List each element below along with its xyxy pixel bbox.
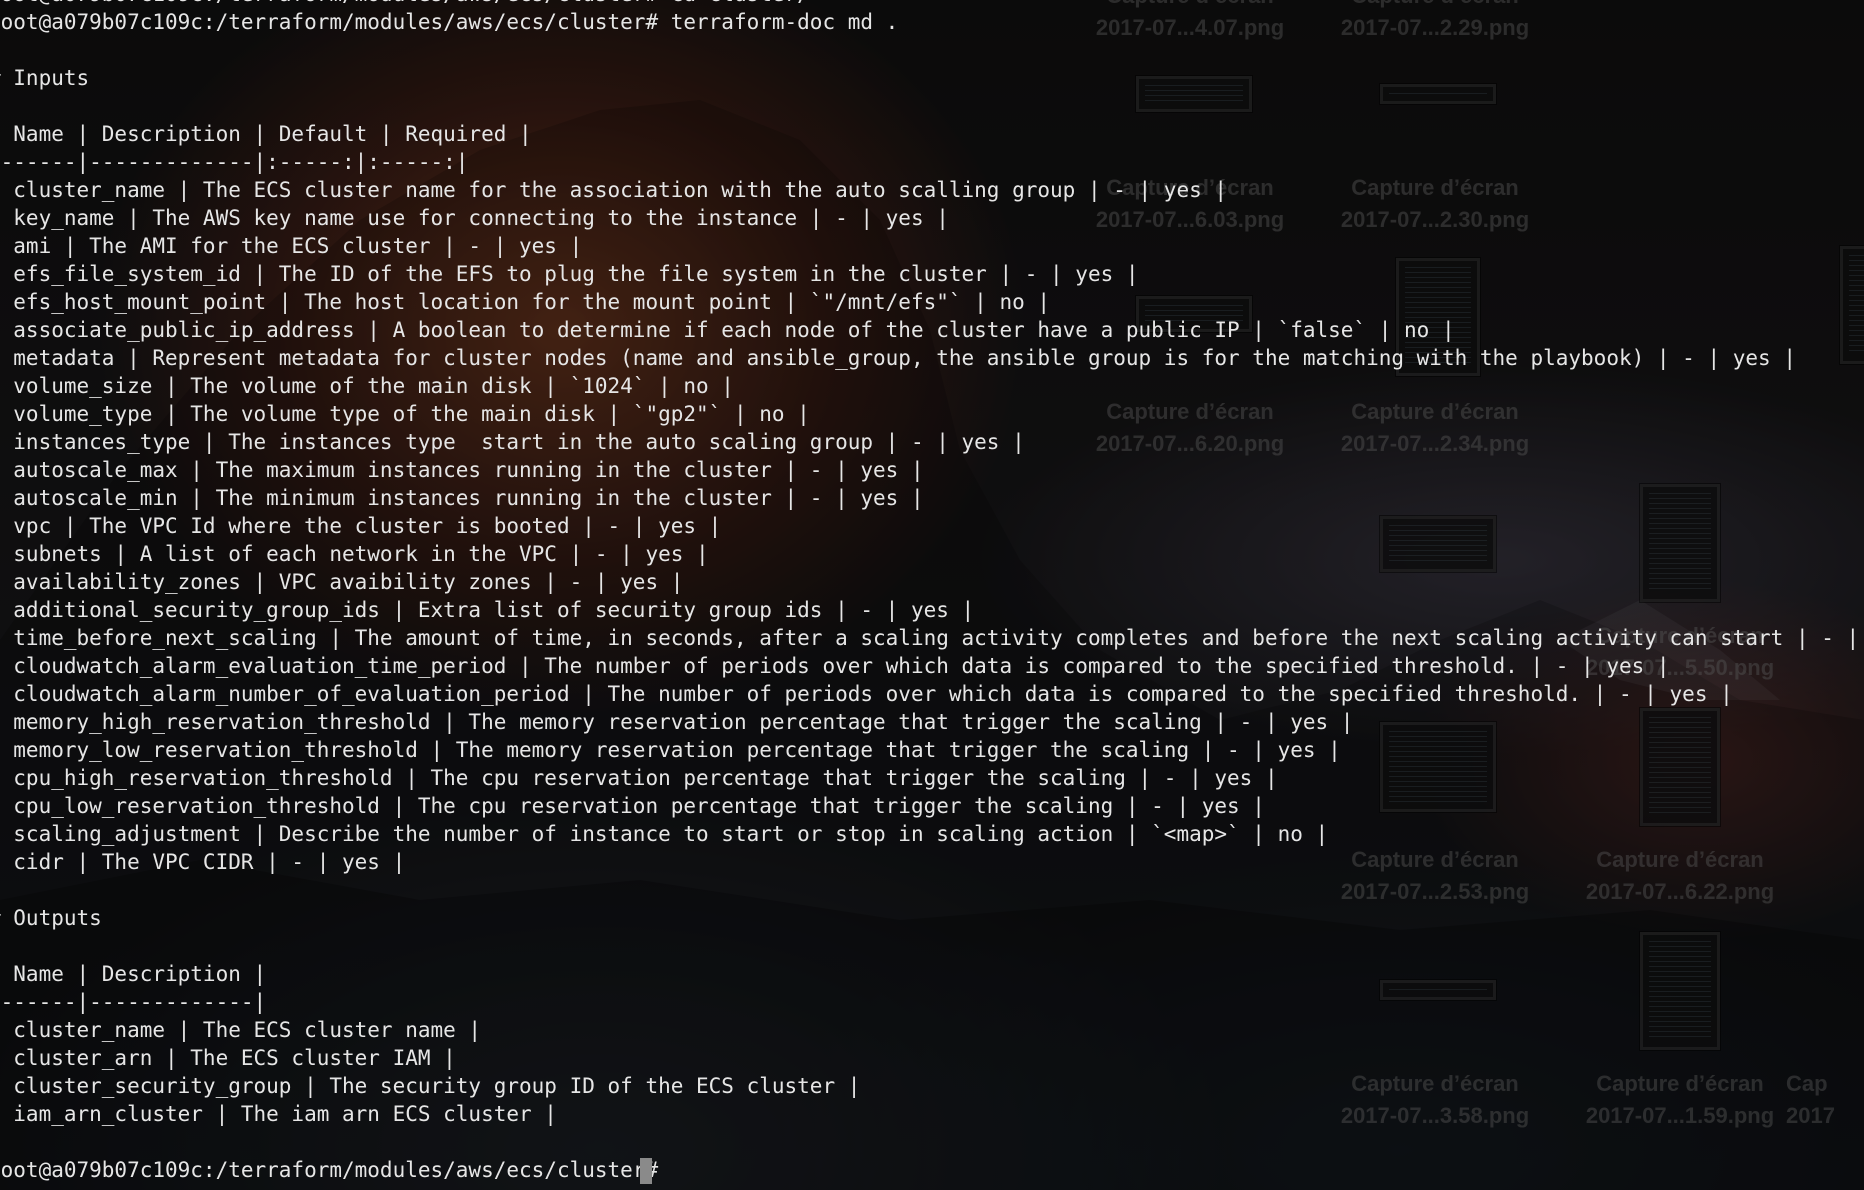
inputs-table-row: | scaling_adjustment | Describe the numb…	[0, 822, 1329, 846]
inputs-table-row: | cpu_low_reservation_threshold | The cp…	[0, 794, 1265, 818]
outputs-table-separator: |------|-------------|	[0, 990, 267, 1014]
terminal-window[interactable]: root@a079b07c109c:/terraform/modules/aws…	[0, 0, 1864, 1190]
inputs-table-row: | vpc | The VPC Id where the cluster is …	[0, 514, 722, 538]
inputs-table-row: | cidr | The VPC CIDR | - | yes |	[0, 850, 406, 874]
inputs-table-row: | cloudwatch_alarm_evaluation_time_perio…	[0, 654, 1670, 678]
inputs-table-row: | volume_size | The volume of the main d…	[0, 374, 734, 398]
inputs-table-row: | subnets | A list of each network in th…	[0, 542, 709, 566]
terminal-line-scrolled: root@a079b07c109c:/terraform/modules/aws…	[0, 0, 810, 8]
inputs-table-row: | memory_low_reservation_threshold | The…	[0, 738, 1341, 762]
inputs-table-row: | associate_public_ip_address | A boolea…	[0, 318, 1455, 342]
inputs-table-row: | efs_file_system_id | The ID of the EFS…	[0, 262, 1139, 286]
inputs-table-row: | metadata | Represent metadata for clus…	[0, 346, 1796, 370]
inputs-table-row: | autoscale_max | The maximum instances …	[0, 458, 924, 482]
terminal-prompt[interactable]: root@a079b07c109c:/terraform/modules/aws…	[0, 1156, 671, 1184]
inputs-table-header: | Name | Description | Default | Require…	[0, 122, 532, 146]
inputs-table-row: | memory_high_reservation_threshold | Th…	[0, 710, 1354, 734]
inputs-table-row: | volume_type | The volume type of the m…	[0, 402, 810, 426]
outputs-table-header: | Name | Description |	[0, 962, 267, 986]
terminal-command-line: root@a079b07c109c:/terraform/modules/aws…	[0, 10, 899, 34]
terminal-cursor	[640, 1158, 652, 1184]
inputs-table-row: | cpu_high_reservation_threshold | The c…	[0, 766, 1278, 790]
desktop-screen: Capture d’écran 2017-07...4.07.png Captu…	[0, 0, 1864, 1190]
inputs-table-row: | efs_host_mount_point | The host locati…	[0, 290, 1051, 314]
outputs-table-row: | iam_arn_cluster | The iam arn ECS clus…	[0, 1102, 557, 1126]
outputs-heading: # Outputs	[0, 906, 102, 930]
inputs-table-row: | cluster_name | The ECS cluster name fo…	[0, 178, 1228, 202]
inputs-table-row: | key_name | The AWS key name use for co…	[0, 206, 949, 230]
inputs-table-row: | instances_type | The instances type st…	[0, 430, 1025, 454]
outputs-table-row: | cluster_arn | The ECS cluster IAM |	[0, 1046, 456, 1070]
inputs-table-row: | availability_zones | VPC avaibility zo…	[0, 570, 684, 594]
inputs-table-row: | time_before_next_scaling | The amount …	[0, 626, 1864, 650]
outputs-table-row: | cluster_security_group | The security …	[0, 1074, 861, 1098]
inputs-heading: # Inputs	[0, 66, 90, 90]
inputs-table-row: | additional_security_group_ids | Extra …	[0, 598, 975, 622]
inputs-table-row: | autoscale_min | The minimum instances …	[0, 486, 924, 510]
inputs-table-row: | cloudwatch_alarm_number_of_evaluation_…	[0, 682, 1733, 706]
inputs-table-separator: |------|-------------|:-----:|:-----:|	[0, 150, 469, 174]
outputs-table-row: | cluster_name | The ECS cluster name |	[0, 1018, 482, 1042]
inputs-table-row: | ami | The AMI for the ECS cluster | - …	[0, 234, 583, 258]
